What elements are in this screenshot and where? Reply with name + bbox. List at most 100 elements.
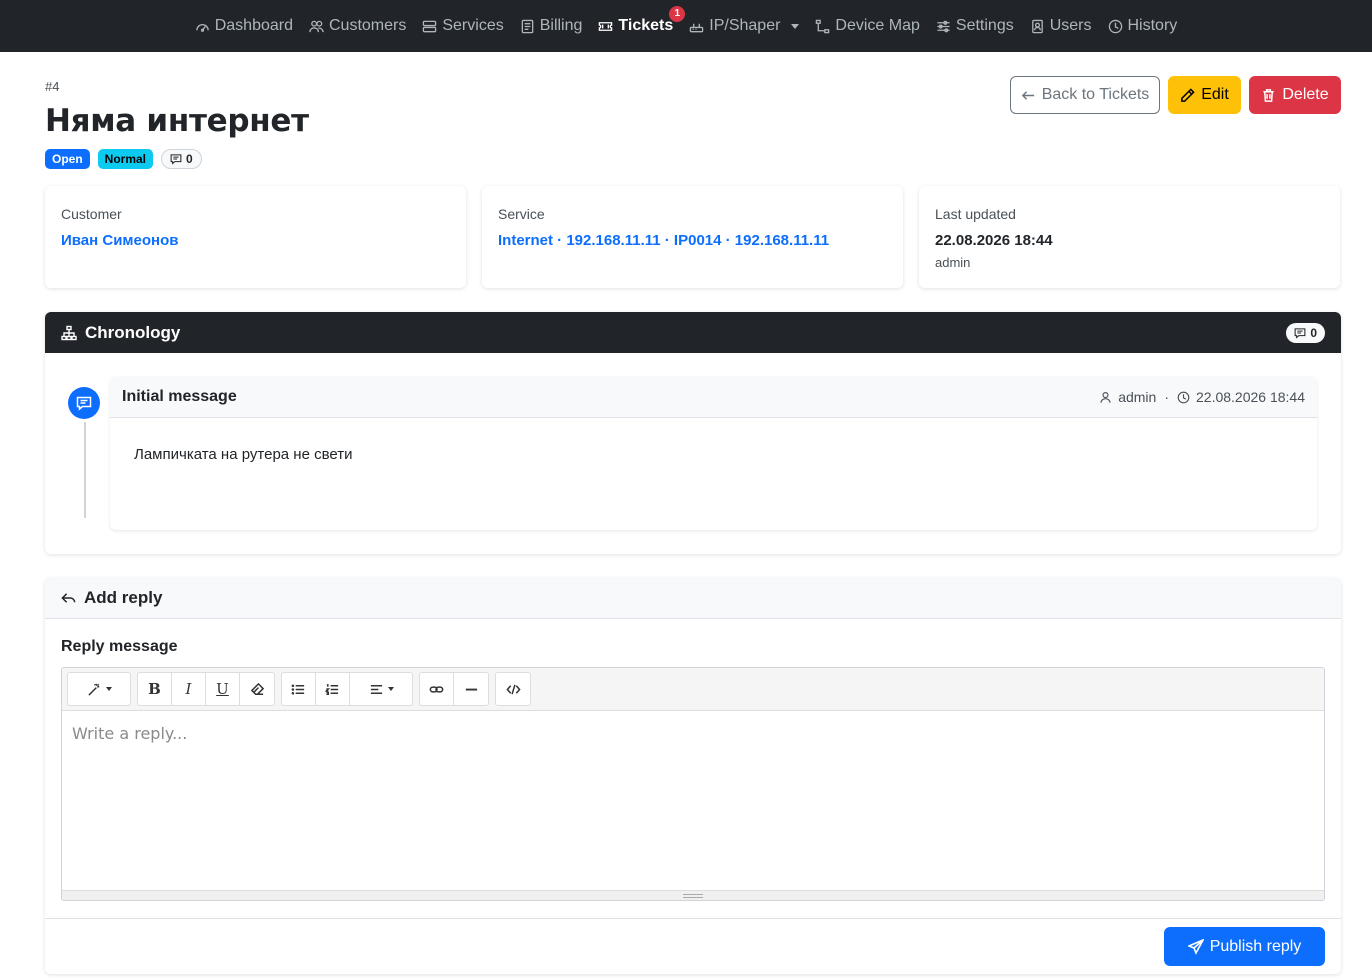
chevron-down-icon (387, 687, 394, 691)
chronology-title-text: Chronology (85, 322, 181, 342)
comment-count-badge: 0 (161, 149, 202, 169)
last-updated-by: admin (935, 255, 971, 270)
chat-icon (1294, 327, 1306, 339)
chronology-card: Chronology 0 Initial message admin · 22.… (45, 312, 1341, 554)
format-group: B I U (137, 672, 275, 706)
nav-item-label: Billing (539, 17, 583, 34)
diagram-3-icon (61, 325, 77, 340)
paragraph-align-button[interactable] (350, 673, 412, 705)
link-button[interactable] (420, 673, 454, 705)
code-view-button[interactable] (496, 673, 530, 705)
message-timestamp: 22.08.2026 18:44 (1196, 389, 1305, 405)
nav-item-billing[interactable]: Billing (512, 0, 591, 52)
dashboard-icon (195, 23, 209, 32)
chronology-header: Chronology 0 (45, 312, 1341, 353)
service-card: Service Internet · 192.168.11.11 · IP001… (482, 186, 903, 288)
ticket-badges: Open Normal 0 (45, 149, 202, 169)
service-link[interactable]: Internet · 192.168.11.11 · IP0014 · 192.… (498, 232, 887, 249)
last-updated-label: Last updated (935, 206, 1016, 222)
nav-item-history[interactable]: History (1100, 0, 1186, 52)
back-to-tickets-button[interactable]: Back to Tickets (1010, 76, 1160, 114)
editor-toolbar: B I U (62, 668, 1324, 711)
code-icon (505, 684, 521, 694)
add-reply-title: Add reply (84, 588, 163, 607)
nav-item-label: Dashboard (214, 17, 293, 34)
diagram-icon (816, 19, 830, 33)
chat-icon (76, 396, 92, 411)
message-author: admin (1118, 389, 1157, 405)
message-header: Initial message admin · 22.08.2026 18:44 (110, 377, 1317, 418)
underline-button[interactable]: U (206, 673, 240, 705)
last-updated-card: Last updated 22.08.2026 18:44 admin (919, 186, 1340, 288)
nav-item-settings[interactable]: Settings (928, 0, 1022, 52)
nav-item-label: IP/Shaper (709, 17, 781, 34)
message-body: Лампичката на рутера не свети (134, 446, 353, 463)
message-meta: admin · 22.08.2026 18:44 (1099, 389, 1305, 405)
sliders-icon (937, 20, 950, 32)
nav-item-services[interactable]: Services (414, 0, 511, 52)
delete-button-label: Delete (1282, 86, 1329, 103)
customer-link[interactable]: Иван Симеонов (61, 232, 450, 249)
top-navbar: Dashboard Customers Services Billing Tic… (0, 0, 1372, 52)
rich-text-editor: B I U Write a reply... (61, 667, 1325, 901)
list-ol-icon (325, 683, 339, 695)
user-badge-icon (1031, 19, 1043, 33)
nav-item-label: Users (1049, 17, 1092, 34)
nav-item-label: Settings (955, 17, 1014, 34)
clock-icon (1177, 391, 1190, 403)
edit-button-label: Edit (1201, 86, 1229, 103)
reply-editor-input[interactable]: Write a reply... (62, 711, 1324, 890)
bullet-list-button[interactable] (282, 673, 316, 705)
reply-footer: Publish reply (45, 918, 1341, 974)
horizontal-rule-button[interactable] (454, 673, 488, 705)
trash-icon (1263, 88, 1275, 102)
nav-item-customers[interactable]: Customers (301, 0, 414, 52)
meta-separator: · (1164, 389, 1169, 405)
nav-item-device-map[interactable]: Device Map (807, 0, 927, 52)
align-left-icon (370, 684, 382, 694)
add-reply-card: Add reply Reply message B I U Write a re… (45, 578, 1341, 974)
timeline-line (84, 422, 86, 518)
back-button-label: Back to Tickets (1041, 86, 1150, 103)
chevron-down-icon (791, 23, 800, 29)
nav-item-label: Device Map (835, 17, 920, 34)
insert-group (419, 672, 489, 706)
router-icon (690, 23, 704, 32)
comment-count: 0 (186, 152, 193, 166)
delete-button[interactable]: Delete (1249, 76, 1341, 114)
chat-icon (170, 154, 182, 165)
customer-card: Customer Иван Симеонов (45, 186, 466, 288)
people-icon (309, 20, 324, 32)
customer-label: Customer (61, 206, 122, 222)
nav-item-ip-shaper[interactable]: IP/Shaper (681, 0, 807, 52)
reply-message-label: Reply message (61, 638, 178, 655)
clear-format-button[interactable] (240, 673, 274, 705)
ordered-list-button[interactable] (316, 673, 350, 705)
editor-resize-handle[interactable] (62, 890, 1324, 900)
server-icon (423, 20, 437, 32)
message-title: Initial message (122, 388, 237, 405)
italic-button[interactable]: I (172, 673, 206, 705)
chronology-count-badge: 0 (1286, 322, 1325, 343)
status-badge: Open (45, 149, 90, 169)
nav-item-users[interactable]: Users (1022, 0, 1100, 52)
publish-reply-button[interactable]: Publish reply (1164, 927, 1325, 966)
list-ul-icon (291, 683, 305, 695)
nav-item-label: Customers (329, 17, 407, 34)
timeline-marker (68, 387, 100, 419)
horizontal-rule-icon (465, 688, 477, 690)
chronology-count: 0 (1310, 325, 1317, 340)
style-dropdown-button[interactable] (68, 673, 130, 705)
billing-icon (521, 19, 534, 33)
nav-item-label: Tickets (618, 17, 674, 34)
nav-item-dashboard[interactable]: Dashboard (187, 0, 301, 52)
send-icon (1187, 938, 1204, 955)
nav-item-label: Services (442, 17, 504, 34)
bold-button[interactable]: B (138, 673, 172, 705)
edit-button[interactable]: Edit (1168, 76, 1241, 114)
eraser-icon (250, 682, 264, 695)
nav-item-tickets[interactable]: Tickets 1 (590, 0, 686, 52)
service-label: Service (498, 206, 545, 222)
add-reply-header: Add reply (45, 578, 1341, 619)
page-title: Няма интернет (45, 103, 309, 139)
